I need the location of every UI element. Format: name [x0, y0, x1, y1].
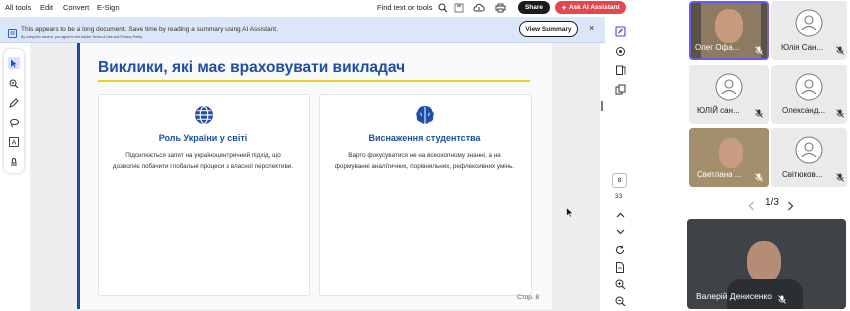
avatar-icon: [795, 73, 823, 101]
chevron-right-icon[interactable]: [787, 198, 794, 216]
card-body-line: формуванні аналітичних, порівняльних, ре…: [334, 163, 515, 170]
mic-muted-icon: [836, 169, 844, 187]
mic-muted-icon: [755, 42, 763, 60]
participant-name: Юлія Сан...: [781, 43, 824, 52]
save-icon[interactable]: [452, 1, 466, 15]
card-body-line: Підсилюється запит на україноцентричний …: [125, 152, 281, 159]
mic-muted-icon: [836, 42, 844, 60]
total-pages: 33: [615, 193, 623, 200]
select-tool-icon[interactable]: [8, 57, 20, 69]
participant-face: [715, 9, 743, 43]
card-body-student-burnout: Варто фокусуватися не на всеохопному зна…: [319, 150, 530, 172]
search-icon[interactable]: [436, 1, 450, 15]
ai-assistant-label: Ask AI Assistant: [568, 4, 620, 11]
comment-edit-icon[interactable]: [614, 25, 626, 37]
avatar-icon: [795, 136, 823, 164]
lasso-icon[interactable]: [8, 117, 20, 129]
banner-close-button[interactable]: ×: [589, 23, 594, 33]
card-title-ukraine-role: Роль України у світі: [158, 133, 248, 143]
document-info-icon: [8, 25, 17, 38]
scrollbar-thumb[interactable]: [601, 101, 603, 111]
chevron-up-icon[interactable]: [614, 209, 626, 221]
upload-cloud-icon[interactable]: [472, 1, 486, 15]
ai-chat-icon[interactable]: [614, 45, 626, 57]
mic-muted-icon: [778, 291, 786, 309]
participant-face: [719, 138, 743, 168]
banner-message: This appears to be a long document. Save…: [21, 26, 278, 33]
zoom-tool-icon[interactable]: [8, 78, 20, 90]
stamp-icon[interactable]: [8, 156, 20, 168]
page-doc-icon[interactable]: [614, 261, 626, 273]
card-body-line: дозволяє побачити глобальні процеси з вл…: [112, 163, 294, 170]
participant-name: Олег Офа...: [695, 43, 740, 52]
current-page-input[interactable]: 8: [612, 173, 627, 188]
print-icon[interactable]: [493, 1, 507, 15]
menu-convert[interactable]: Convert: [63, 3, 89, 12]
svg-text:A: A: [12, 139, 17, 147]
participant-name: Светлана ...: [697, 170, 742, 179]
card-body-ukraine-role: Підсилюється запит на україноцентричний …: [98, 150, 308, 172]
mic-muted-icon: [755, 169, 763, 187]
card-body-line: Варто фокусуватися не на всеохопному зна…: [348, 152, 501, 159]
mic-muted-icon: [836, 105, 844, 123]
view-summary-button[interactable]: View Summary: [519, 21, 578, 37]
ai-assistant-button[interactable]: ✦ Ask AI Assistant: [555, 1, 626, 14]
title-underline: [98, 80, 530, 82]
zoom-in-icon[interactable]: [614, 278, 626, 290]
zoom-out-icon[interactable]: [614, 295, 626, 307]
menu-all-tools[interactable]: All tools: [5, 3, 31, 12]
refresh-icon[interactable]: [614, 244, 626, 256]
participant-name: Світюков...: [782, 170, 823, 179]
draw-pen-icon[interactable]: [8, 97, 20, 109]
page-number-label: Стор. 8: [517, 294, 540, 301]
share-button[interactable]: Share: [518, 1, 550, 14]
ai-sparkle-icon: ✦: [561, 4, 567, 12]
find-text-tools[interactable]: Find text or tools: [377, 3, 432, 12]
menu-e-sign[interactable]: E-Sign: [97, 3, 120, 12]
chevron-down-icon[interactable]: [614, 226, 626, 238]
participant-name: ЮЛІЙ сан...: [697, 106, 740, 115]
participant-name: Олександ...: [782, 106, 826, 115]
bookmark-icon[interactable]: [614, 64, 626, 76]
brain-icon: [414, 104, 436, 126]
globe-icon: [194, 105, 214, 125]
avatar-icon: [795, 9, 823, 37]
participant-pager: 1/3: [765, 197, 779, 208]
banner-fine-print: By using this service, you agree to the …: [21, 35, 143, 39]
mic-muted-icon: [755, 105, 763, 123]
participant-face: [747, 241, 781, 283]
text-box-icon[interactable]: A: [8, 136, 20, 148]
card-title-student-burnout: Виснаження студентства: [368, 133, 481, 143]
menu-edit[interactable]: Edit: [40, 3, 53, 12]
avatar-icon: [715, 73, 743, 101]
speaker-name: Валерій Денисенко: [696, 291, 772, 301]
chevron-left-icon[interactable]: [748, 198, 755, 216]
slide-title: Виклики, які має враховувати викладач: [98, 59, 406, 76]
mouse-cursor-icon: [566, 205, 574, 218]
copy-pages-icon[interactable]: [614, 83, 626, 95]
